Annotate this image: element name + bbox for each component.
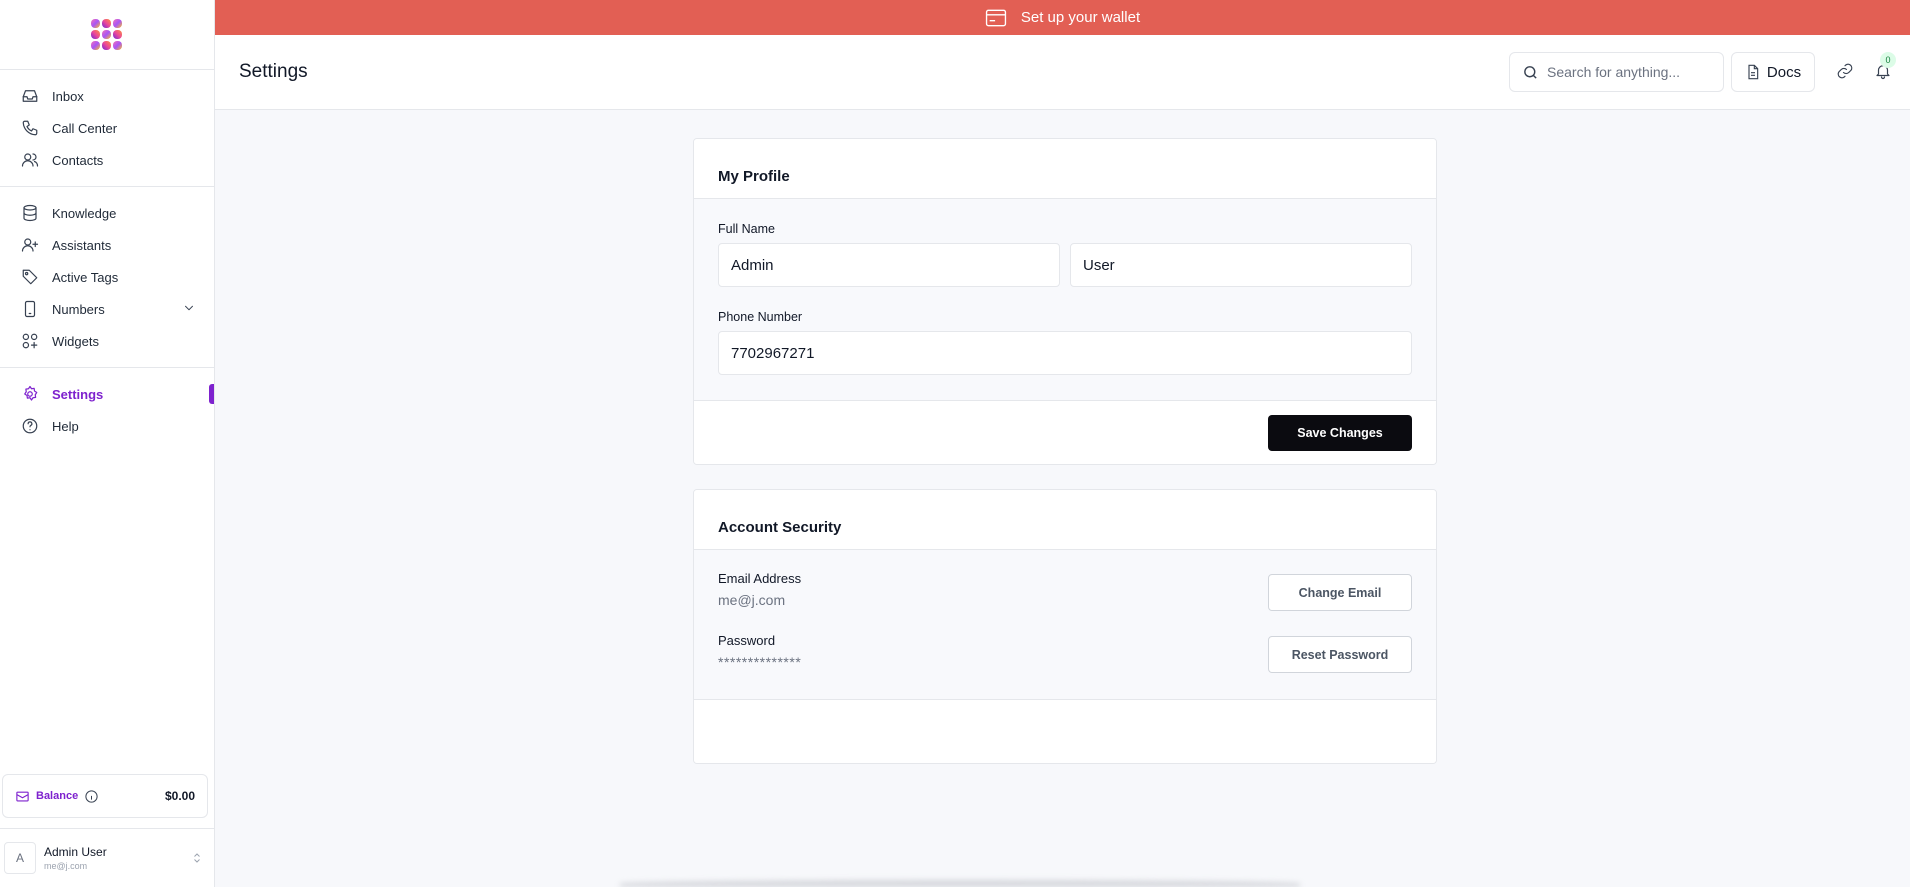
brand-logo-icon bbox=[91, 18, 122, 50]
balance-label: Balance bbox=[36, 790, 79, 802]
user-email: me@j.com bbox=[44, 861, 88, 871]
users-icon bbox=[20, 150, 40, 170]
wallet-icon bbox=[15, 789, 30, 804]
sidebar-item-numbers[interactable]: Numbers bbox=[0, 293, 214, 325]
nav-group-primary: Inbox Call Center Contacts bbox=[0, 70, 214, 187]
reset-password-button[interactable]: Reset Password bbox=[1268, 636, 1412, 673]
card-header: My Profile bbox=[694, 139, 1436, 199]
nav-group-secondary: Settings Help bbox=[0, 368, 214, 452]
document-icon bbox=[1745, 64, 1761, 80]
sidebar-item-inbox[interactable]: Inbox bbox=[0, 80, 214, 112]
phone-number-field[interactable] bbox=[718, 331, 1412, 375]
save-changes-button[interactable]: Save Changes bbox=[1268, 415, 1412, 451]
my-profile-card: My Profile Full Name Phone Number Save C… bbox=[693, 138, 1437, 465]
user-name: Admin User bbox=[44, 845, 107, 859]
help-circle-icon bbox=[20, 416, 40, 436]
tag-icon bbox=[20, 267, 40, 287]
phone-number-label: Phone Number bbox=[718, 310, 803, 324]
card-footer bbox=[694, 700, 1436, 763]
docs-button[interactable]: Docs bbox=[1731, 52, 1815, 92]
sidebar-item-label: Knowledge bbox=[52, 205, 117, 221]
search-icon bbox=[1522, 64, 1539, 81]
sidebar-item-knowledge[interactable]: Knowledge bbox=[0, 197, 214, 229]
card-footer: Save Changes bbox=[694, 401, 1436, 464]
database-icon bbox=[20, 203, 40, 223]
sidebar-item-call-center[interactable]: Call Center bbox=[0, 112, 214, 144]
first-name-field[interactable] bbox=[718, 243, 1060, 287]
search-input[interactable] bbox=[1547, 64, 1707, 80]
inbox-icon bbox=[20, 86, 40, 106]
sidebar-item-label: Settings bbox=[52, 386, 104, 402]
full-name-label: Full Name bbox=[718, 222, 775, 236]
nav-group-tools: Knowledge Assistants Active Tags Numbers… bbox=[0, 187, 214, 368]
sidebar-item-label: Help bbox=[52, 418, 79, 434]
link-icon[interactable] bbox=[1836, 62, 1854, 80]
info-icon[interactable] bbox=[84, 789, 99, 804]
sidebar-item-settings[interactable]: Settings bbox=[0, 378, 214, 410]
change-email-button[interactable]: Change Email bbox=[1268, 574, 1412, 611]
sidebar-item-widgets[interactable]: Widgets bbox=[0, 325, 214, 357]
chevron-up-down-icon[interactable] bbox=[191, 852, 203, 864]
sidebar-item-active-tags[interactable]: Active Tags bbox=[0, 261, 214, 293]
banner-text: Set up your wallet bbox=[1020, 9, 1141, 26]
sidebar-item-label: Inbox bbox=[52, 88, 84, 104]
notification-count-badge: 0 bbox=[1880, 52, 1896, 68]
wallet-setup-banner[interactable]: Set up your wallet bbox=[215, 0, 1910, 35]
security-settings: Email Address me@j.com Change Email Pass… bbox=[694, 550, 1436, 700]
sidebar-item-label: Contacts bbox=[52, 152, 104, 168]
sidebar-item-label: Numbers bbox=[52, 301, 105, 317]
page-title: Settings bbox=[239, 61, 308, 82]
sidebar-item-label: Widgets bbox=[52, 333, 99, 349]
gear-icon bbox=[20, 384, 40, 404]
user-plus-icon bbox=[20, 235, 40, 255]
email-address-label: Email Address bbox=[718, 571, 802, 586]
bottom-edge-shadow bbox=[620, 880, 1300, 887]
smartphone-icon bbox=[20, 299, 40, 319]
user-menu[interactable]: A Admin User me@j.com bbox=[0, 828, 215, 887]
logo[interactable] bbox=[0, 0, 214, 70]
account-security-title: Account Security bbox=[718, 519, 842, 536]
balance-card[interactable]: Balance $0.00 bbox=[2, 774, 208, 818]
sidebar-item-help[interactable]: Help bbox=[0, 410, 214, 442]
profile-form: Full Name Phone Number bbox=[694, 199, 1436, 401]
card-header: Account Security bbox=[694, 490, 1436, 550]
top-header: Settings Docs 0 bbox=[215, 35, 1910, 110]
account-security-card: Account Security Email Address me@j.com … bbox=[693, 489, 1437, 764]
email-address-value: me@j.com bbox=[718, 592, 786, 608]
password-mask: ************** bbox=[718, 654, 802, 670]
password-label: Password bbox=[718, 633, 776, 648]
avatar: A bbox=[4, 842, 36, 874]
sidebar: Inbox Call Center Contacts Knowledge Ass… bbox=[0, 0, 215, 887]
search-box[interactable] bbox=[1509, 52, 1724, 92]
my-profile-title: My Profile bbox=[718, 168, 790, 185]
balance-amount: $0.00 bbox=[164, 789, 195, 803]
sidebar-item-label: Active Tags bbox=[52, 269, 119, 285]
sidebar-item-contacts[interactable]: Contacts bbox=[0, 144, 214, 176]
sidebar-item-label: Call Center bbox=[52, 120, 118, 136]
chevron-down-icon[interactable] bbox=[182, 301, 196, 318]
sidebar-item-assistants[interactable]: Assistants bbox=[0, 229, 214, 261]
grid-plus-icon bbox=[20, 331, 40, 351]
sidebar-item-label: Assistants bbox=[52, 237, 112, 253]
phone-icon bbox=[20, 118, 40, 138]
last-name-field[interactable] bbox=[1070, 243, 1412, 287]
credit-card-icon bbox=[985, 9, 1007, 27]
docs-label: Docs bbox=[1766, 63, 1802, 81]
